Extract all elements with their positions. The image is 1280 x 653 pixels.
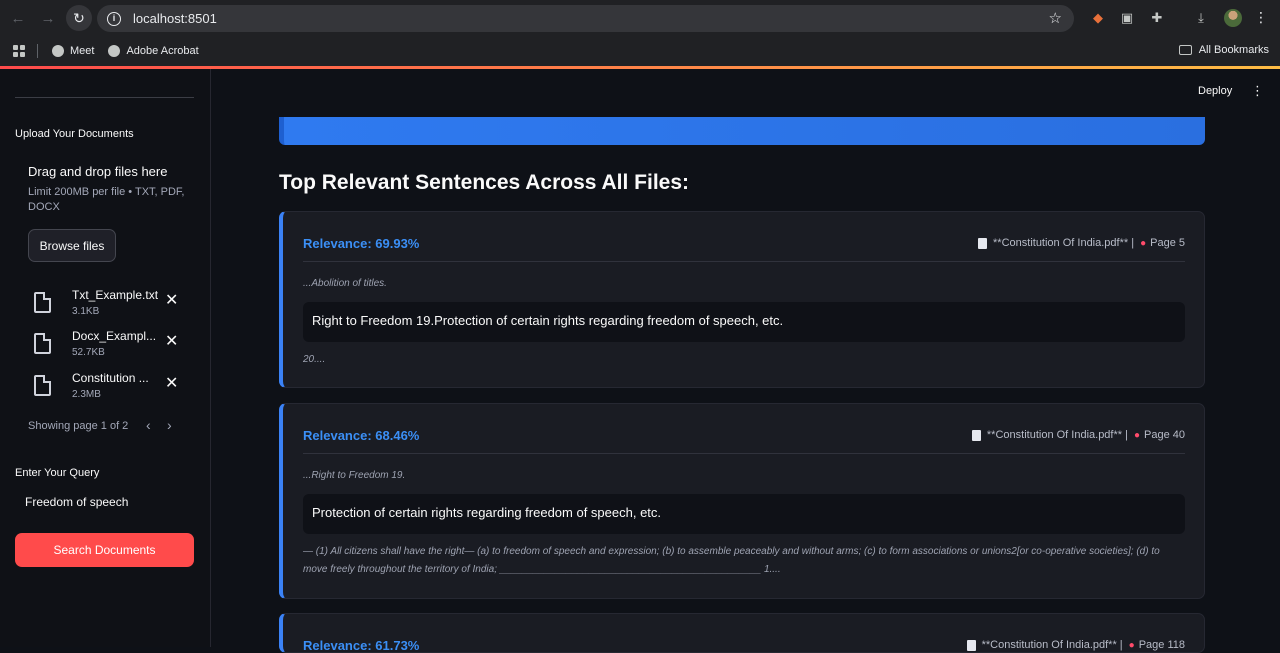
bookmark-star-icon[interactable]: ☆ (1049, 9, 1062, 27)
query-input[interactable]: Freedom of speech (25, 495, 128, 509)
info-banner (279, 117, 1205, 145)
context-after: — (1) All citizens shall have the right—… (303, 546, 1160, 575)
back-arrow-icon[interactable]: ← (6, 6, 30, 30)
globe-icon (52, 45, 64, 57)
forward-arrow-icon[interactable]: → (36, 6, 60, 30)
pin-icon: ● (1128, 639, 1135, 651)
globe-icon (108, 45, 121, 57)
source-file: **Constitution Of India.pdf** | (993, 237, 1135, 249)
result-source: **Constitution Of India.pdf** | ● Page 5 (978, 237, 1185, 249)
remove-file-icon[interactable]: ✕ (165, 331, 178, 351)
document-icon (966, 639, 976, 651)
source-page: Page 40 (1144, 429, 1185, 441)
reload-icon[interactable]: ↻ (66, 5, 92, 31)
chevron-left-icon[interactable]: ‹ (146, 417, 151, 433)
pin-icon: ● (1140, 237, 1147, 249)
result-card: Relevance: 61.73% **Constitution Of Indi… (279, 613, 1205, 653)
file-name: Constitution ... (72, 371, 149, 385)
card-divider (303, 261, 1185, 262)
source-file: **Constitution Of India.pdf** | (986, 429, 1128, 441)
search-documents-button[interactable]: Search Documents (15, 533, 194, 567)
bookmarks-bar: Meet Adobe Acrobat All Bookmarks (0, 36, 1280, 66)
all-bookmarks[interactable]: All Bookmarks (1178, 44, 1269, 56)
sidebar-divider (15, 97, 194, 98)
site-info-icon[interactable]: i (107, 11, 121, 26)
file-name: Txt_Example.txt (72, 288, 159, 302)
relevance-score: Relevance: 61.73% (303, 638, 420, 653)
context-before: ...Abolition of titles. (303, 278, 387, 289)
result-source: **Constitution Of India.pdf** | ● Page 1… (966, 639, 1185, 651)
source-file: **Constitution Of India.pdf** | (981, 639, 1123, 651)
relevance-score: Relevance: 69.93% (303, 236, 420, 251)
dropzone-limit: Limit 200MB per file • TXT, PDF, DOCX (28, 186, 185, 213)
file-icon (34, 292, 51, 313)
upload-label: Upload Your Documents (15, 128, 134, 140)
fox-extension-icon[interactable]: ◆ (1088, 8, 1108, 28)
document-icon (978, 237, 988, 249)
browse-files-button[interactable]: Browse files (28, 229, 116, 262)
source-page: Page 118 (1138, 639, 1185, 651)
tab-search-icon[interactable]: ▣ (1117, 8, 1137, 28)
results-heading: Top Relevant Sentences Across All Files: (279, 171, 690, 194)
download-icon[interactable]: ⤓ (1191, 8, 1211, 28)
result-card: Relevance: 68.46% **Constitution Of Indi… (279, 403, 1205, 599)
result-source: **Constitution Of India.pdf** | ● Page 4… (971, 429, 1185, 441)
address-bar[interactable]: i localhost:8501 ☆ (97, 5, 1074, 32)
deploy-button[interactable]: Deploy (1198, 85, 1232, 97)
profile-avatar[interactable] (1224, 9, 1242, 27)
document-icon (971, 429, 981, 441)
bookmark-adobe-acrobat[interactable]: Adobe Acrobat (108, 45, 199, 57)
file-name: Docx_Exampl... (72, 329, 157, 343)
dropzone-title[interactable]: Drag and drop files here (28, 164, 167, 179)
pagination-text: Showing page 1 of 2 (28, 420, 129, 432)
matched-sentence: Protection of certain rights regarding f… (303, 494, 1185, 534)
file-icon (34, 333, 51, 354)
sidebar: Upload Your Documents Drag and drop file… (0, 69, 211, 647)
chevron-right-icon[interactable]: › (167, 417, 172, 433)
all-bookmarks-label: All Bookmarks (1198, 44, 1269, 56)
file-size: 3.1KB (72, 306, 100, 317)
uploaded-file-item: Constitution ... 2.3MB ✕ (34, 371, 194, 407)
file-size: 52.7KB (72, 347, 105, 358)
file-icon (34, 375, 51, 396)
file-size: 2.3MB (72, 389, 101, 400)
bookmark-meet[interactable]: Meet (52, 45, 94, 57)
result-card: Relevance: 69.93% **Constitution Of Indi… (279, 211, 1205, 388)
folder-icon (1178, 45, 1192, 55)
apps-grid-icon[interactable] (13, 45, 25, 57)
uploaded-file-item: Txt_Example.txt 3.1KB ✕ (34, 288, 194, 324)
pin-icon: ● (1133, 429, 1141, 441)
query-label: Enter Your Query (15, 467, 100, 479)
relevance-score: Relevance: 68.46% (303, 428, 420, 443)
extensions-puzzle-icon[interactable]: ✚ (1147, 8, 1167, 28)
context-before: ...Right to Freedom 19. (303, 470, 406, 481)
remove-file-icon[interactable]: ✕ (165, 373, 178, 393)
card-divider (303, 453, 1185, 454)
main-menu-icon[interactable]: ⋮ (1251, 83, 1264, 99)
browser-menu-icon[interactable]: ⋮ (1254, 9, 1268, 26)
matched-sentence: Right to Freedom 19.Protection of certai… (303, 302, 1185, 342)
bookmark-label: Meet (70, 45, 95, 57)
context-after: 20.... (303, 354, 326, 365)
uploaded-file-item: Docx_Exampl... 52.7KB ✕ (34, 329, 194, 365)
bookmark-separator (37, 44, 38, 58)
remove-file-icon[interactable]: ✕ (165, 290, 178, 310)
source-page: Page 5 (1150, 237, 1185, 249)
url-text[interactable]: localhost:8501 (133, 11, 217, 26)
bookmark-label: Adobe Acrobat (126, 45, 199, 57)
